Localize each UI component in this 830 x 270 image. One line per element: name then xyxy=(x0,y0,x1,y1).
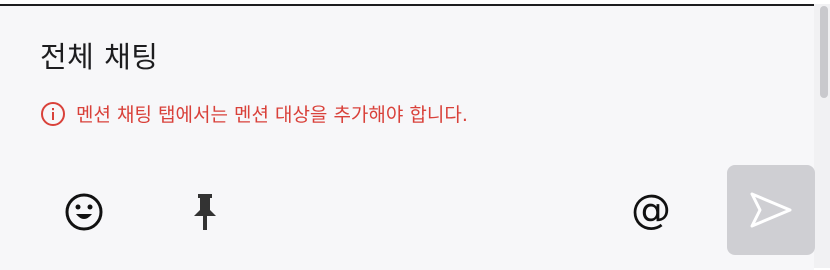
send-icon xyxy=(750,192,792,228)
pin-button[interactable] xyxy=(181,188,229,236)
emoji-button[interactable] xyxy=(60,188,108,236)
mention-warning-text: 멘션 채팅 탭에서는 멘션 대상을 추가해야 합니다. xyxy=(76,104,468,126)
mention-button[interactable]: @ xyxy=(627,186,675,234)
mention-warning: 멘션 채팅 탭에서는 멘션 대상을 추가해야 합니다. xyxy=(40,100,468,127)
info-icon xyxy=(41,101,65,126)
pin-icon xyxy=(194,194,216,230)
chat-tab-title: 전체 채팅 xyxy=(40,40,159,74)
at-sign-icon: @ xyxy=(631,187,671,233)
send-button[interactable] xyxy=(727,165,815,255)
scrollbar-thumb[interactable] xyxy=(820,6,828,98)
smile-icon xyxy=(65,193,103,231)
